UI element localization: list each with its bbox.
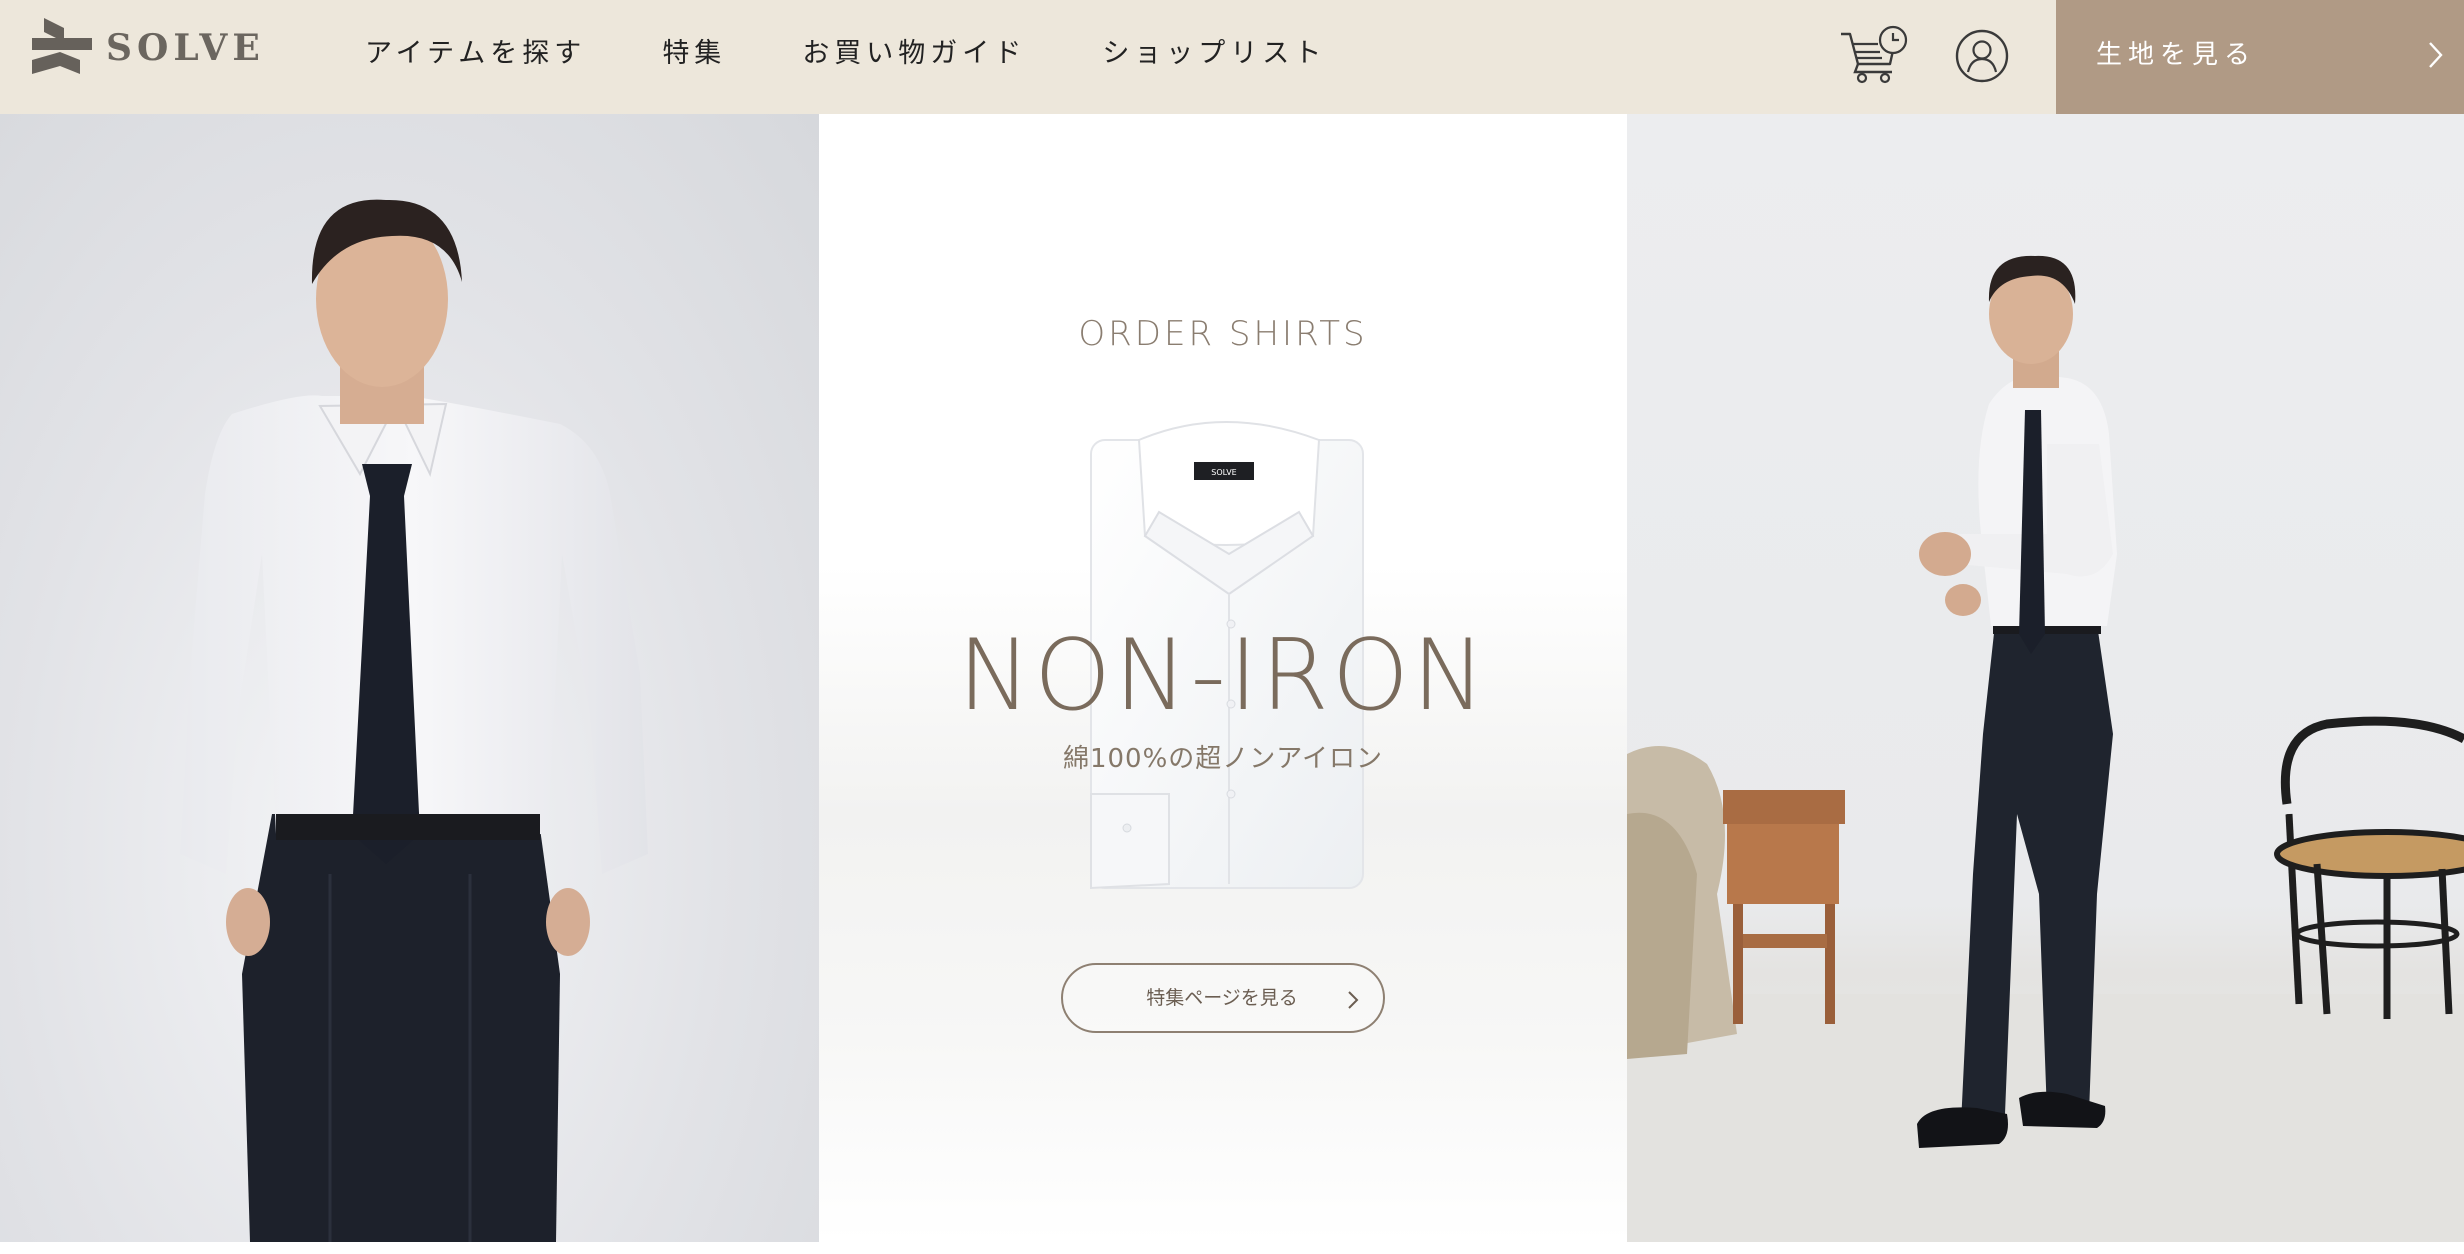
site-header: SOLVE アイテムを探す 特集 お買い物ガイド ショップリスト 生地を見る [0,0,2464,114]
chevron-right-icon [2429,42,2443,68]
chevron-right-icon [1348,991,1359,1009]
nav-shop-list[interactable]: ショップリスト [1102,30,1326,78]
brand-name: SOLVE [106,27,265,69]
hero-title: NON-IRON [957,619,1489,733]
cart-button[interactable] [1838,24,1908,90]
brand-logo[interactable]: SOLVE [30,16,265,80]
hero-center-feature: ORDER SHIRTS SOLVE NON-IRON 綿100%の超ノンアイロ… [819,114,1627,1242]
view-feature-page-label: 特集ページを見る [1146,987,1298,1009]
user-circle-icon [1955,29,2009,83]
model-standing-front-photo [180,199,648,1242]
view-fabric-label: 生地を見る [2096,40,2257,70]
hero-left-photo [0,114,819,1242]
solve-logo-mark-icon [32,18,92,74]
view-fabric-button[interactable]: 生地を見る [2056,0,2464,114]
nav-shopping-guide[interactable]: お買い物ガイド [802,30,1026,78]
page-bottom-edge [0,1242,2464,1254]
account-button[interactable] [1954,28,2010,88]
view-feature-page-button[interactable]: 特集ページを見る [1061,963,1385,1033]
order-shirts-eyebrow: ORDER SHIRTS [1078,314,1368,354]
cart-with-clock-icon [1841,25,1908,84]
nav-features[interactable]: 特集 [662,30,726,78]
nav-find-items[interactable]: アイテムを探す [365,30,586,78]
model-adjusting-cuff-photo [1627,255,2464,1242]
hero-subtitle: 綿100%の超ノンアイロン [1062,744,1384,774]
hero-right-photo [1627,114,2464,1242]
shirt-tag-label: SOLVE [1211,468,1236,477]
main-nav: アイテムを探す 特集 お買い物ガイド ショップリスト [365,30,1402,78]
